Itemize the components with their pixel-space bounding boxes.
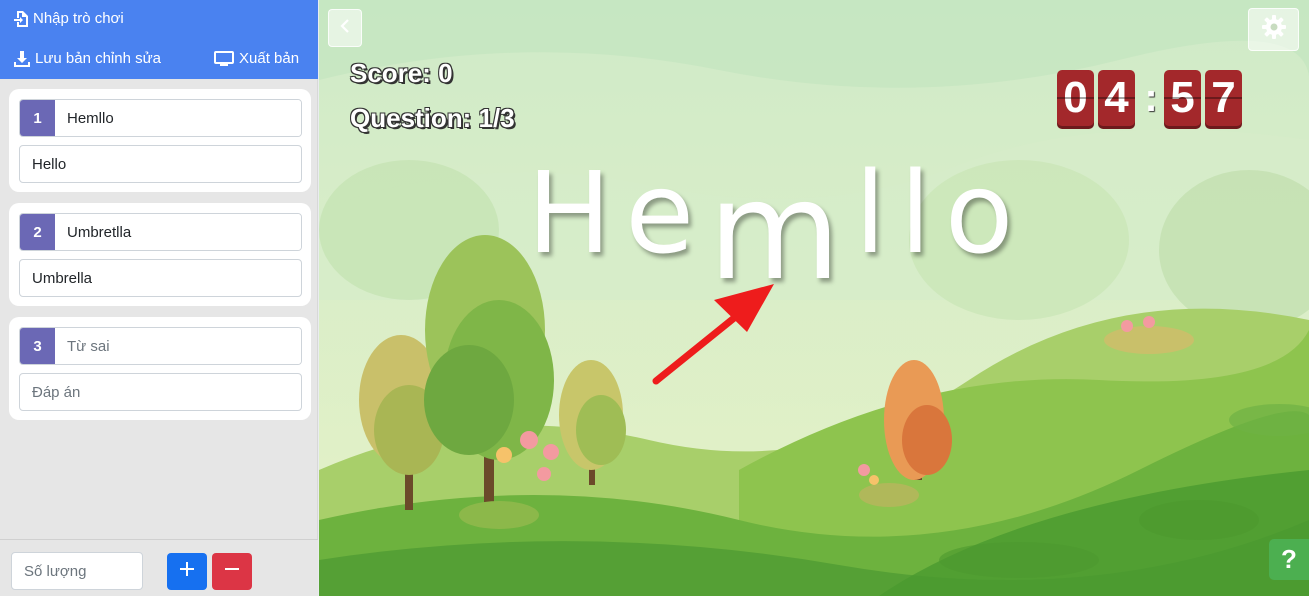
timer-separator: : [1144,75,1158,120]
minus-icon [225,562,239,581]
publish-button[interactable]: Xuất bản [214,50,299,67]
word-letter[interactable]: m [708,164,840,300]
answer-input-1[interactable] [19,145,302,183]
sidebar-toolbar: Nhập trò chơi Lưu bản chỉnh sửa Xuất bản [0,0,318,79]
wrong-word-input-1[interactable] [55,100,301,136]
question-number-badge: 2 [20,214,55,250]
answer-input-3[interactable] [19,373,302,411]
chevron-left-icon [340,18,350,38]
question-card-2: 2 [9,203,311,306]
word-letter[interactable]: o [945,158,1014,270]
scrambled-word: Hemllo [527,158,1087,308]
monitor-icon [214,50,234,67]
download-icon [14,50,30,67]
question-row-3: 3 [19,327,302,365]
timer-digit: 4 [1098,70,1135,126]
word-letter[interactable]: l [855,158,886,270]
collapse-sidebar-button[interactable] [328,9,362,47]
settings-button[interactable] [1248,8,1299,51]
import-game-button[interactable]: Nhập trò chơi [14,10,124,27]
game-stage: Score: 0 Question: 1/3 0 4: 5 7 H e m l… [319,0,1309,596]
file-import-icon [14,10,28,27]
timer-digit: 5 [1164,70,1201,126]
question-number-badge: 3 [20,328,55,364]
word-letter[interactable]: e [625,158,694,270]
add-question-button[interactable] [167,553,207,590]
plus-icon [180,562,194,581]
import-game-label: Nhập trò chơi [33,10,124,27]
answer-input-2[interactable] [19,259,302,297]
question-row-1: 1 [19,99,302,137]
save-edits-label: Lưu bản chỉnh sửa [35,50,161,67]
publish-label: Xuất bản [239,50,300,67]
countdown-timer: 0 4 : 5 7 [1057,70,1247,128]
gear-icon [1261,14,1287,45]
question-card-3: 3 [9,317,311,420]
wrong-word-input-2[interactable] [55,214,301,250]
timer-digit: 7 [1205,70,1242,126]
question-card-1: 1 [9,89,311,192]
question-row-2: 2 [19,213,302,251]
word-letter[interactable]: H [527,158,611,270]
save-edits-button[interactable]: Lưu bản chỉnh sửa [14,50,161,67]
word-letter[interactable]: l [900,158,931,270]
sidebar-bottom-bar [0,539,318,596]
sidebar: Nhập trò chơi Lưu bản chỉnh sửa Xuất bản… [0,0,318,596]
remove-question-button[interactable] [212,553,252,590]
timer-digit: 0 [1057,70,1094,126]
question-counter: Question: 1/3 [350,103,515,133]
score-display: Score: 0 [350,58,453,88]
wrong-word-input-3[interactable] [55,328,301,364]
quantity-input[interactable] [11,552,143,590]
help-button[interactable]: ? [1269,539,1309,580]
question-number-badge: 1 [20,100,55,136]
